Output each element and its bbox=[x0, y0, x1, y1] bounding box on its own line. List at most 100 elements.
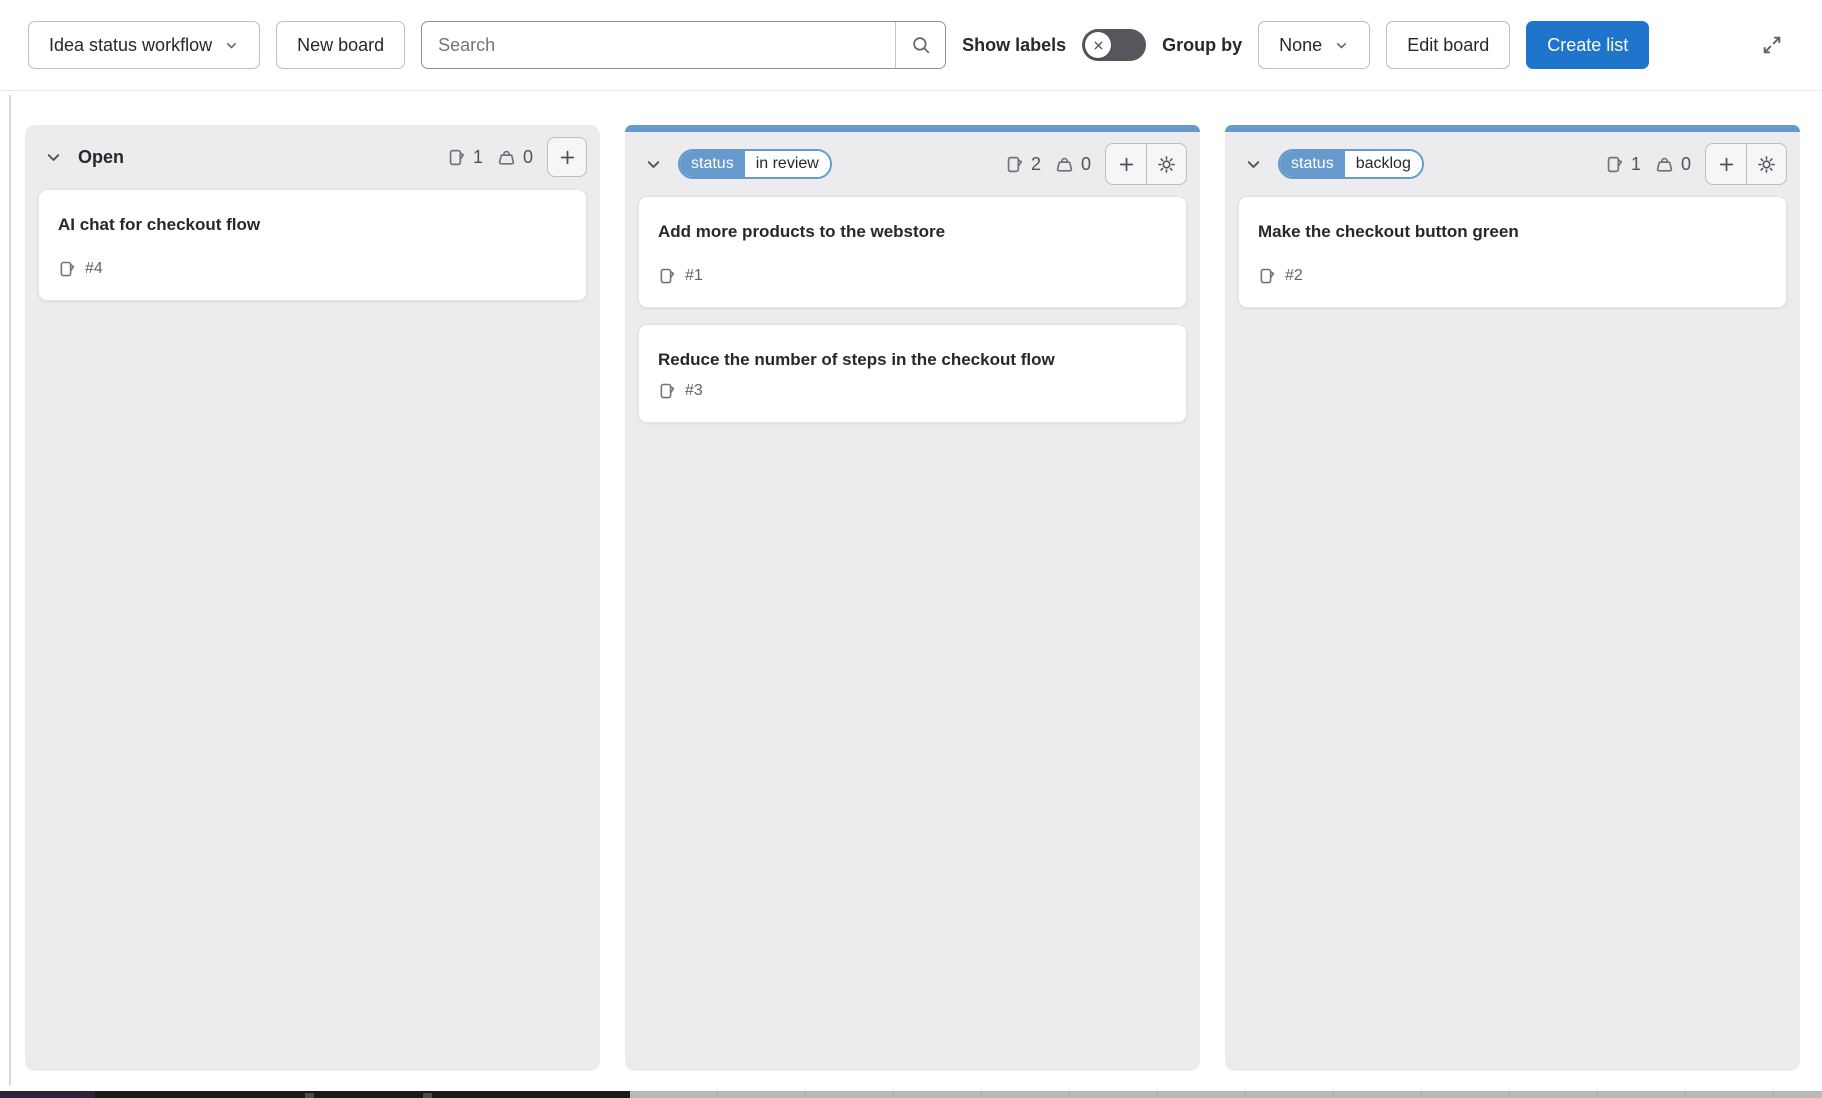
plus-icon bbox=[558, 148, 577, 167]
search-button[interactable] bbox=[895, 22, 945, 68]
board-card[interactable]: Reduce the number of steps in the checko… bbox=[638, 324, 1187, 422]
taskbar-segment bbox=[0, 1091, 95, 1098]
issue-count-value: 2 bbox=[1031, 154, 1041, 175]
list-settings-button[interactable] bbox=[1146, 144, 1186, 184]
weight-count-value: 0 bbox=[1681, 154, 1691, 175]
close-icon bbox=[1092, 39, 1105, 52]
scoped-label[interactable]: status backlog bbox=[1278, 149, 1424, 179]
label-scope: status bbox=[1280, 151, 1345, 177]
board-toolbar: Idea status workflow New board Show labe… bbox=[0, 0, 1822, 91]
board-card[interactable]: Make the checkout button green #2 bbox=[1238, 196, 1787, 308]
taskbar-segment bbox=[630, 1091, 1822, 1098]
board-columns: Open 1 0 bbox=[0, 91, 1822, 1071]
taskbar-icon-fragment bbox=[305, 1093, 314, 1098]
issue-reference: #1 bbox=[685, 267, 703, 285]
edit-board-label: Edit board bbox=[1407, 35, 1489, 56]
weight-icon bbox=[1055, 155, 1074, 174]
search-icon bbox=[911, 35, 931, 55]
card-title: Add more products to the webstore bbox=[658, 221, 1167, 243]
group-by-dropdown[interactable]: None bbox=[1258, 21, 1370, 69]
plus-icon bbox=[1717, 155, 1736, 174]
show-labels-label: Show labels bbox=[962, 35, 1066, 56]
card-list: Add more products to the webstore #1 Red… bbox=[625, 196, 1200, 423]
card-footer: #3 bbox=[658, 382, 1167, 400]
card-list: AI chat for checkout flow #4 bbox=[25, 189, 600, 301]
issues-icon bbox=[447, 148, 466, 167]
issue-reference: #2 bbox=[1285, 267, 1303, 285]
new-issue-button[interactable] bbox=[547, 137, 587, 177]
board-switcher-dropdown[interactable]: Idea status workflow bbox=[28, 21, 260, 69]
board-card[interactable]: Add more products to the webstore #1 bbox=[638, 196, 1187, 308]
create-list-button[interactable]: Create list bbox=[1526, 21, 1649, 69]
weight-count: 0 bbox=[497, 147, 533, 168]
card-footer: #4 bbox=[58, 260, 567, 278]
group-by-label: Group by bbox=[1162, 35, 1242, 56]
card-title: Make the checkout button green bbox=[1258, 221, 1767, 243]
weight-count-value: 0 bbox=[523, 147, 533, 168]
issue-count: 2 bbox=[1005, 154, 1041, 175]
collapse-list-button[interactable] bbox=[1238, 149, 1268, 179]
taskbar-segment bbox=[95, 1091, 630, 1098]
collapse-list-button[interactable] bbox=[38, 142, 68, 172]
maximize-icon bbox=[1761, 34, 1783, 56]
card-list: Make the checkout button green #2 bbox=[1225, 196, 1800, 308]
board-list-status-in-review: status in review 2 0 bbox=[625, 125, 1200, 1071]
issue-type-icon bbox=[658, 267, 676, 285]
issue-count: 1 bbox=[447, 147, 483, 168]
issues-icon bbox=[1605, 155, 1624, 174]
issue-count-value: 1 bbox=[473, 147, 483, 168]
weight-count-value: 0 bbox=[1081, 154, 1091, 175]
card-title: Reduce the number of steps in the checko… bbox=[658, 349, 1078, 371]
group-by-value: None bbox=[1279, 35, 1322, 56]
card-footer: #1 bbox=[658, 267, 1167, 285]
list-header-actions: 1 0 bbox=[447, 137, 587, 177]
chevron-down-icon bbox=[1334, 38, 1349, 53]
issue-type-icon bbox=[1258, 267, 1276, 285]
issue-reference: #3 bbox=[685, 382, 703, 400]
expand-board-button[interactable] bbox=[1750, 23, 1794, 67]
plus-icon bbox=[1117, 155, 1136, 174]
list-actions-group bbox=[1105, 143, 1187, 185]
chevron-down-icon bbox=[644, 155, 663, 174]
gear-icon bbox=[1757, 155, 1776, 174]
list-title: Open bbox=[78, 147, 124, 168]
list-header: status backlog 1 0 bbox=[1225, 132, 1800, 196]
toggle-knob bbox=[1085, 32, 1111, 58]
issues-icon bbox=[1005, 155, 1024, 174]
label-value: in review bbox=[745, 151, 830, 177]
list-actions-group bbox=[1705, 143, 1787, 185]
weight-icon bbox=[1655, 155, 1674, 174]
board-switcher-label: Idea status workflow bbox=[49, 35, 212, 56]
weight-count: 0 bbox=[1055, 154, 1091, 175]
gear-icon bbox=[1157, 155, 1176, 174]
weight-icon bbox=[497, 148, 516, 167]
chevron-down-icon bbox=[44, 148, 63, 167]
edit-board-button[interactable]: Edit board bbox=[1386, 21, 1510, 69]
list-header: status in review 2 0 bbox=[625, 132, 1200, 196]
left-pane-divider bbox=[9, 95, 11, 1085]
issue-type-icon bbox=[658, 382, 676, 400]
collapse-list-button[interactable] bbox=[638, 149, 668, 179]
list-header-actions: 2 0 bbox=[1005, 143, 1187, 185]
new-issue-button[interactable] bbox=[1706, 144, 1746, 184]
issue-reference: #4 bbox=[85, 260, 103, 278]
new-board-button[interactable]: New board bbox=[276, 21, 405, 69]
chevron-down-icon bbox=[1244, 155, 1263, 174]
list-settings-button[interactable] bbox=[1746, 144, 1786, 184]
issue-count: 1 bbox=[1605, 154, 1641, 175]
issue-count-value: 1 bbox=[1631, 154, 1641, 175]
issue-board: Open 1 0 bbox=[0, 91, 1822, 1091]
label-scope: status bbox=[680, 151, 745, 177]
taskbar-strip bbox=[0, 1091, 1822, 1098]
weight-count: 0 bbox=[1655, 154, 1691, 175]
list-color-bar bbox=[1225, 125, 1800, 132]
scoped-label[interactable]: status in review bbox=[678, 149, 832, 179]
board-card[interactable]: AI chat for checkout flow #4 bbox=[38, 189, 587, 301]
show-labels-toggle[interactable] bbox=[1082, 29, 1146, 61]
search-box bbox=[421, 21, 946, 69]
issue-type-icon bbox=[58, 260, 76, 278]
new-issue-button[interactable] bbox=[1106, 144, 1146, 184]
list-color-bar bbox=[625, 125, 1200, 132]
search-input[interactable] bbox=[422, 22, 895, 68]
label-value: backlog bbox=[1345, 151, 1422, 177]
